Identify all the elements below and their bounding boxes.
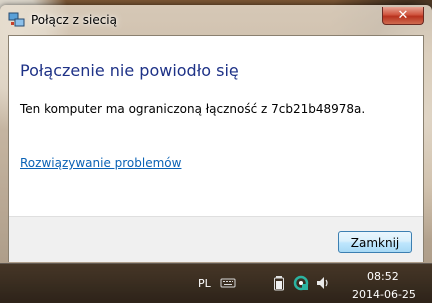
- taskbar: PL 08:52 2014-06-25: [0, 263, 432, 303]
- close-button[interactable]: Zamknij: [338, 231, 412, 253]
- clock-time[interactable]: 08:52: [367, 270, 399, 283]
- network-app-icon: [8, 12, 25, 27]
- close-window-button[interactable]: ✕: [382, 7, 424, 25]
- keyboard-icon[interactable]: [220, 275, 236, 291]
- network-icon[interactable]: [293, 275, 309, 291]
- error-heading: Połączenie nie powiodło się: [20, 61, 239, 80]
- title-bar[interactable]: Połącz z siecią ✕: [0, 5, 432, 35]
- battery-icon[interactable]: [271, 275, 287, 291]
- close-icon: ✕: [397, 8, 409, 23]
- dialog-content: Połączenie nie powiodło się Ten komputer…: [8, 35, 424, 262]
- connect-to-network-dialog: Połącz z siecią ✕ Połączenie nie powiodł…: [0, 5, 432, 263]
- window-title: Połącz z siecią: [31, 13, 117, 27]
- volume-icon[interactable]: [315, 275, 331, 291]
- error-message: Ten komputer ma ograniczoną łączność z 7…: [20, 102, 366, 116]
- clock-date[interactable]: 2014-06-25: [352, 288, 416, 301]
- language-indicator[interactable]: PL: [198, 277, 211, 290]
- dialog-footer: Zamknij: [9, 216, 423, 262]
- troubleshoot-link[interactable]: Rozwiązywanie problemów: [20, 156, 181, 170]
